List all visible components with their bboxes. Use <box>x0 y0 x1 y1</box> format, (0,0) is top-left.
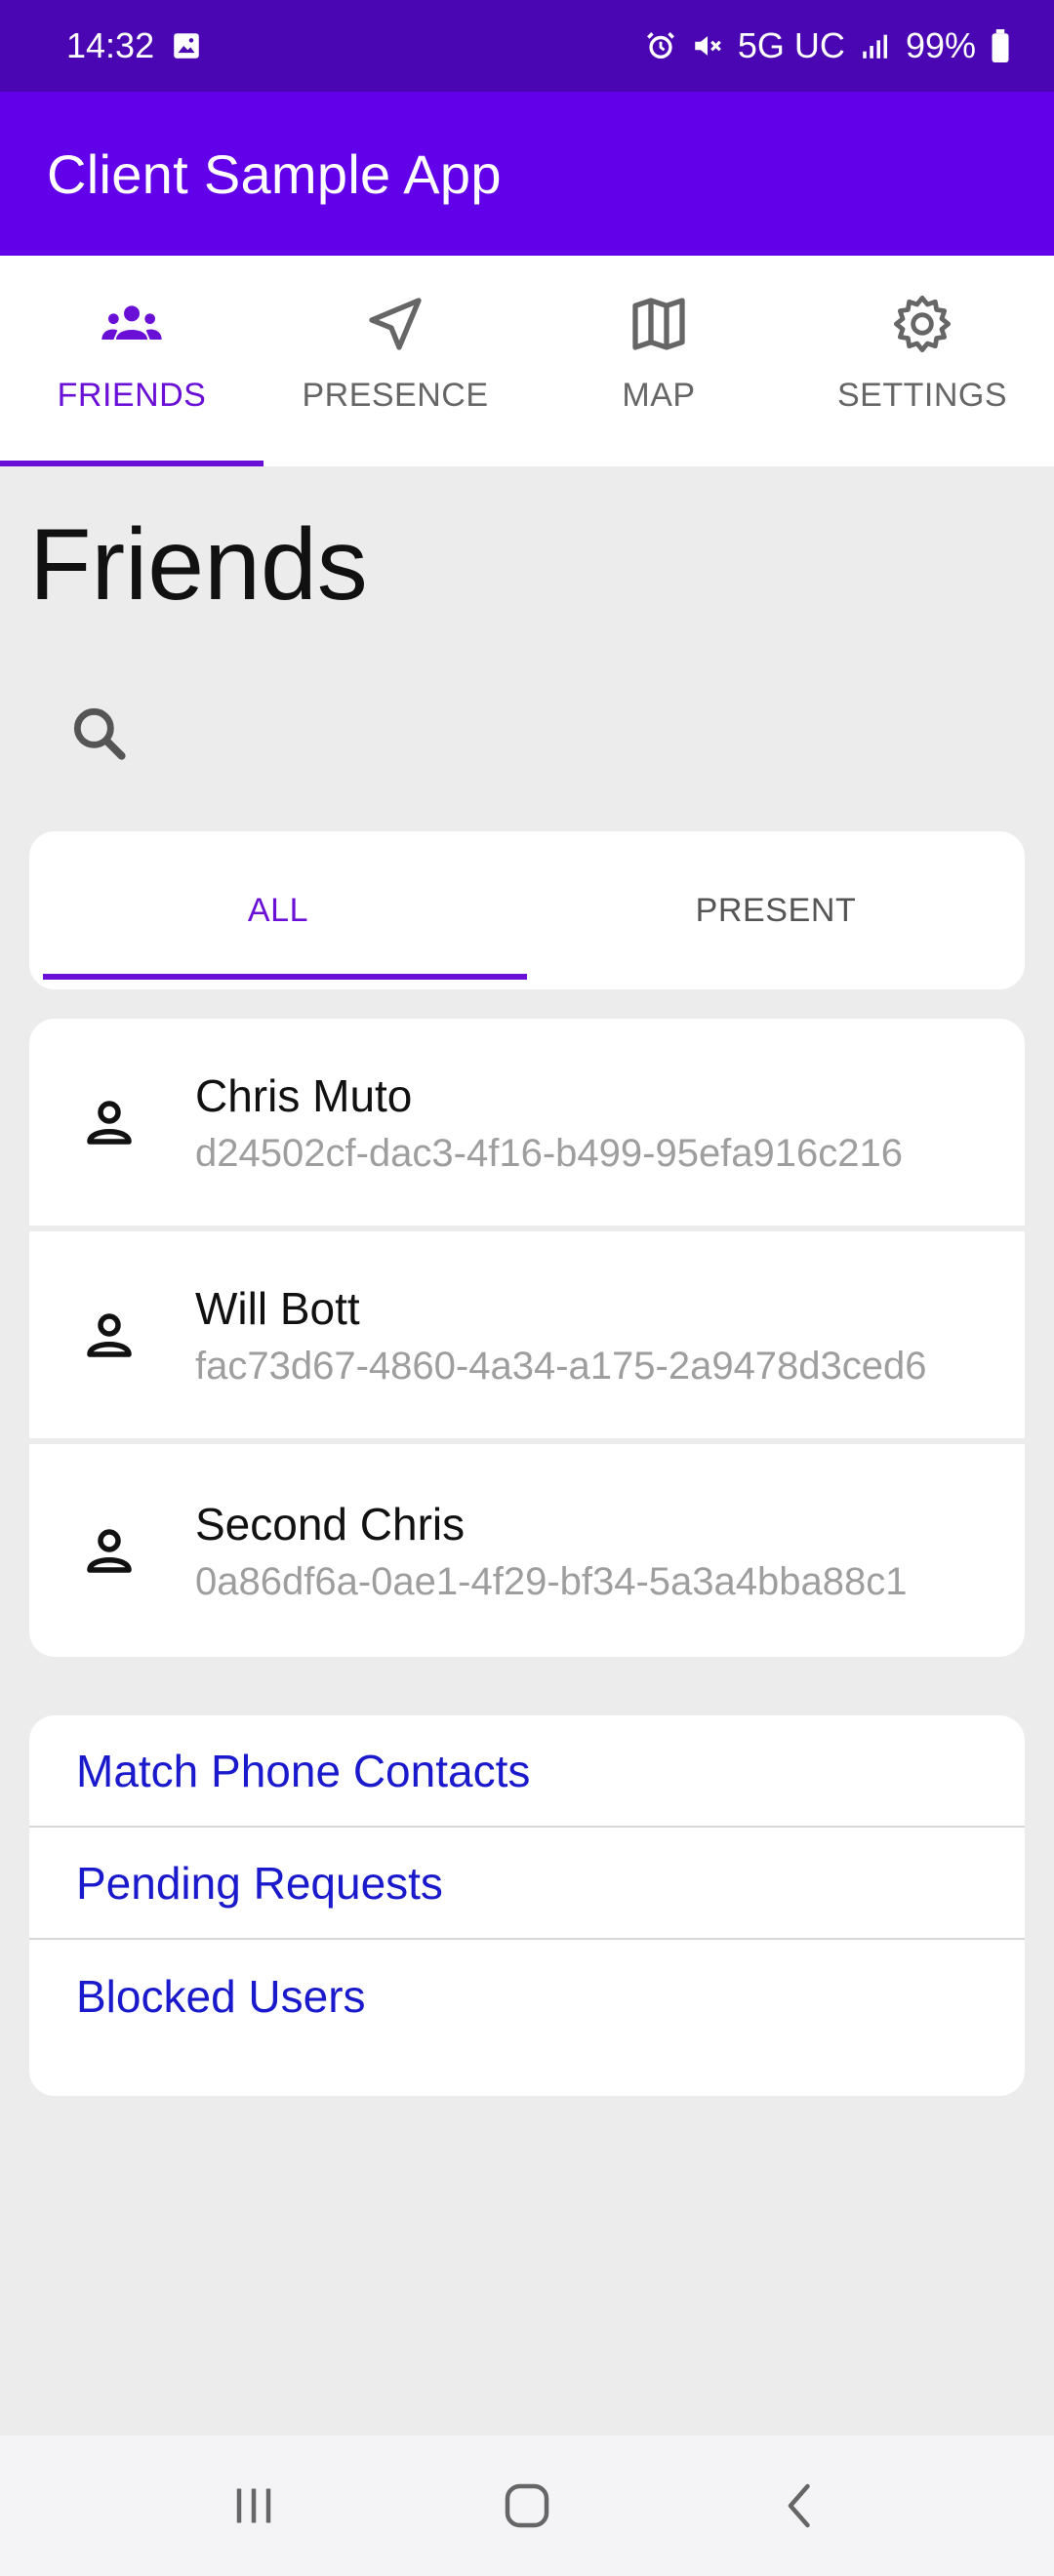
match-phone-contacts-link[interactable]: Match Phone Contacts <box>29 1715 1025 1828</box>
segment-present[interactable]: PRESENT <box>527 831 1025 989</box>
app-title: Client Sample App <box>47 142 502 205</box>
navigation-icon <box>369 298 422 350</box>
network-label: 5G UC <box>737 25 845 65</box>
blocked-users-link[interactable]: Blocked Users <box>29 1940 1025 2052</box>
tab-friends-label: FRIENDS <box>57 377 207 414</box>
friend-id: 0a86df6a-0ae1-4f29-bf34-5a3a4bba88c1 <box>195 1559 908 1603</box>
friend-id: d24502cf-dac3-4f16-b499-95efa916c216 <box>195 1131 904 1175</box>
tab-friends[interactable]: FRIENDS <box>0 256 264 466</box>
person-icon <box>87 1101 132 1145</box>
person-icon <box>87 1313 132 1357</box>
friend-name: Second Chris <box>195 1498 466 1550</box>
friend-text: Will Bott fac73d67-4860-4a34-a175-2a9478… <box>195 1282 927 1389</box>
friend-text: Second Chris 0a86df6a-0ae1-4f29-bf34-5a3… <box>195 1498 908 1604</box>
alarm-icon <box>646 32 674 60</box>
search-icon[interactable] <box>66 701 133 767</box>
system-nav-bar <box>0 2435 1054 2576</box>
list-item[interactable]: Second Chris 0a86df6a-0ae1-4f29-bf34-5a3… <box>29 1444 1025 1657</box>
tab-presence-label: PRESENCE <box>302 377 489 414</box>
friend-actions-card: Match Phone Contacts Pending Requests Bl… <box>29 1715 1025 2096</box>
back-icon[interactable] <box>771 2476 830 2535</box>
map-icon <box>632 298 685 350</box>
list-item[interactable]: Chris Muto d24502cf-dac3-4f16-b499-95efa… <box>29 1019 1025 1226</box>
tab-settings[interactable]: SETTINGS <box>790 256 1054 466</box>
battery-icon <box>992 29 1009 62</box>
app-bar: Client Sample App <box>0 92 1054 256</box>
gear-icon <box>893 295 952 353</box>
person-icon <box>87 1529 132 1573</box>
battery-percent: 99% <box>905 25 976 65</box>
pending-requests-link[interactable]: Pending Requests <box>29 1828 1025 1940</box>
people-icon <box>101 305 162 340</box>
top-tab-bar: FRIENDS PRESENCE MAP SETTINGS <box>0 256 1054 466</box>
page-title: Friends <box>29 508 368 622</box>
status-bar: 14:32 5G UC 99% <box>0 0 1054 92</box>
tab-map-label: MAP <box>622 377 696 414</box>
friend-id: fac73d67-4860-4a34-a175-2a9478d3ced6 <box>195 1344 927 1388</box>
segment-all[interactable]: ALL <box>29 831 527 989</box>
friend-text: Chris Muto d24502cf-dac3-4f16-b499-95efa… <box>195 1069 903 1176</box>
home-icon[interactable] <box>498 2476 556 2535</box>
mute-icon <box>695 36 721 56</box>
signal-icon <box>863 34 887 59</box>
friend-name: Chris Muto <box>195 1069 413 1121</box>
tab-presence[interactable]: PRESENCE <box>264 256 527 466</box>
status-time: 14:32 <box>66 25 155 65</box>
list-item[interactable]: Will Bott fac73d67-4860-4a34-a175-2a9478… <box>29 1231 1025 1438</box>
tab-settings-label: SETTINGS <box>836 377 1008 414</box>
image-icon <box>174 33 199 59</box>
filter-segment-tabs: ALL PRESENT <box>29 831 1025 989</box>
friend-name: Will Bott <box>195 1282 360 1334</box>
tab-map[interactable]: MAP <box>527 256 790 466</box>
recent-apps-icon[interactable] <box>224 2476 283 2535</box>
friends-list: Chris Muto d24502cf-dac3-4f16-b499-95efa… <box>29 1019 1025 1657</box>
